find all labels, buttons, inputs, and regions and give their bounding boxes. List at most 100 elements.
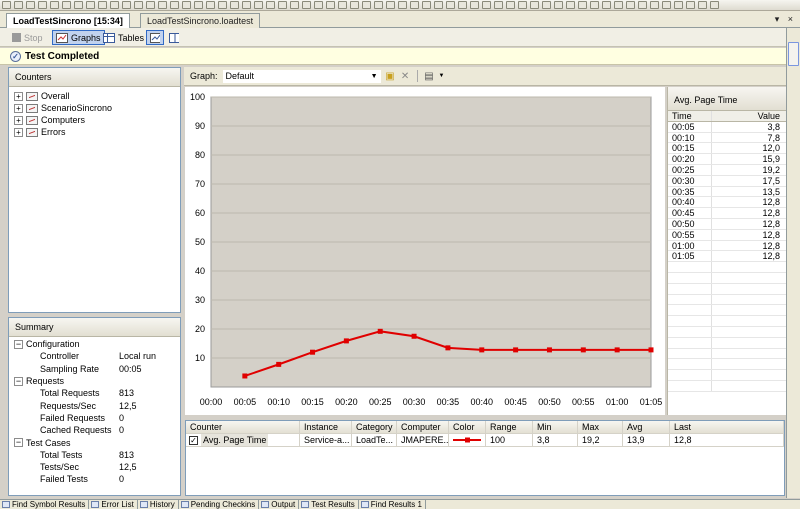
summary-section-test-cases[interactable]: − Test Cases <box>9 436 180 448</box>
tab-loadtest-file[interactable]: LoadTestSincrono.loadtest <box>140 13 261 28</box>
summary-section-requests[interactable]: − Requests <box>9 375 180 387</box>
toolbar-button-icon[interactable] <box>146 1 155 9</box>
legend-row[interactable]: ✓ Avg. Page Time Service-a... LoadTe... … <box>186 434 784 447</box>
toolbar-button-icon[interactable] <box>218 1 227 9</box>
window-controls[interactable]: ▾ × <box>775 14 796 25</box>
bottom-tab[interactable]: History <box>138 500 179 509</box>
toolbar-button-icon[interactable] <box>182 1 191 9</box>
toolbar-button-icon[interactable] <box>14 1 23 9</box>
bottom-tab[interactable]: Test Results <box>299 500 359 509</box>
toolbar-button-icon[interactable] <box>74 1 83 9</box>
bottom-tab[interactable]: Output <box>259 500 300 509</box>
toolbar-button-icon[interactable] <box>314 1 323 9</box>
graph-options-icon[interactable]: ▤ <box>424 71 435 82</box>
collapse-icon[interactable]: − <box>14 438 23 448</box>
data-point[interactable] <box>614 347 620 353</box>
data-point[interactable] <box>343 338 349 344</box>
toolbar-button-icon[interactable] <box>698 1 707 9</box>
summary-section-configuration[interactable]: − Configuration <box>9 338 180 350</box>
data-point[interactable] <box>513 347 519 353</box>
value-row[interactable]: 00:50 12,8 <box>668 218 786 230</box>
toolbar-button-icon[interactable] <box>578 1 587 9</box>
bottom-tab[interactable]: Pending Checkins <box>179 500 260 509</box>
toolbar-button-icon[interactable] <box>86 1 95 9</box>
data-point[interactable] <box>546 347 552 353</box>
value-row[interactable]: 00:35 13,5 <box>668 186 786 198</box>
toolbar-button-icon[interactable] <box>458 1 467 9</box>
toolbar-button-icon[interactable] <box>170 1 179 9</box>
toolbar-button-icon[interactable] <box>98 1 107 9</box>
toolbar-button-icon[interactable] <box>602 1 611 9</box>
toolbar-button-icon[interactable] <box>662 1 671 9</box>
tab-loadtest-run[interactable]: LoadTestSincrono [15:34] <box>6 13 130 28</box>
toolbar-button-icon[interactable] <box>326 1 335 9</box>
value-row[interactable]: 00:15 12,0 <box>668 143 786 155</box>
counter-node-computers[interactable]: + Computers <box>9 114 180 126</box>
toolbar-button-icon[interactable] <box>230 1 239 9</box>
toolbar-button-icon[interactable] <box>554 1 563 9</box>
toolbar-button-icon[interactable] <box>650 1 659 9</box>
toolbar-button-icon[interactable] <box>266 1 275 9</box>
delete-graph-icon[interactable]: ✕ <box>400 71 411 82</box>
toolbar-button-icon[interactable] <box>194 1 203 9</box>
toolbar-button-icon[interactable] <box>494 1 503 9</box>
graph-layout-button[interactable] <box>146 30 164 45</box>
expand-icon[interactable]: + <box>14 91 23 101</box>
value-row[interactable]: 00:05 3,8 <box>668 121 786 133</box>
legend-checkbox[interactable]: ✓ <box>189 435 198 445</box>
data-point[interactable] <box>648 347 654 353</box>
value-row[interactable]: 00:25 19,2 <box>668 164 786 176</box>
toolbar-button-icon[interactable] <box>566 1 575 9</box>
counter-node-errors[interactable]: + Errors <box>9 126 180 138</box>
toolbar-button-icon[interactable] <box>386 1 395 9</box>
toolbar-button-icon[interactable] <box>710 1 719 9</box>
toolbar-button-icon[interactable] <box>530 1 539 9</box>
toolbar-button-icon[interactable] <box>254 1 263 9</box>
toolbar-button-icon[interactable] <box>470 1 479 9</box>
data-point[interactable] <box>445 345 451 351</box>
toolbar-button-icon[interactable] <box>26 1 35 9</box>
value-row[interactable]: 01:05 12,8 <box>668 251 786 263</box>
toolbar-button-icon[interactable] <box>434 1 443 9</box>
toolbar-button-icon[interactable] <box>62 1 71 9</box>
toolbar-button-icon[interactable] <box>638 1 647 9</box>
collapse-icon[interactable]: − <box>14 339 23 349</box>
toolbar-button-icon[interactable] <box>398 1 407 9</box>
value-row[interactable]: 00:10 7,8 <box>668 132 786 144</box>
toolbar-button-icon[interactable] <box>518 1 527 9</box>
toolbar-button-icon[interactable] <box>122 1 131 9</box>
toolbar-button-icon[interactable] <box>350 1 359 9</box>
toolbar-button-icon[interactable] <box>158 1 167 9</box>
collapse-icon[interactable]: − <box>14 376 23 386</box>
toolbar-button-icon[interactable] <box>50 1 59 9</box>
toolbar-button-icon[interactable] <box>2 1 11 9</box>
value-row[interactable]: 00:20 15,9 <box>668 154 786 165</box>
bottom-tab[interactable]: Find Results 1 <box>359 500 426 509</box>
toolbar-button-icon[interactable] <box>338 1 347 9</box>
toolbar-button-icon[interactable] <box>422 1 431 9</box>
value-row[interactable]: 00:30 17,5 <box>668 175 786 187</box>
data-point[interactable] <box>310 349 316 355</box>
expand-icon[interactable]: + <box>14 103 23 113</box>
split-layout-button[interactable] <box>165 30 183 45</box>
toolbar-button-icon[interactable] <box>38 1 47 9</box>
data-point[interactable] <box>479 347 485 353</box>
graphs-button[interactable]: Graphs <box>52 30 105 45</box>
data-point[interactable] <box>276 361 282 367</box>
toolbar-button-icon[interactable] <box>134 1 143 9</box>
counter-node-scenario[interactable]: + ScenarioSincrono <box>9 102 180 114</box>
toolbar-button-icon[interactable] <box>410 1 419 9</box>
toolbar-button-icon[interactable] <box>374 1 383 9</box>
chevron-down-icon[interactable]: ▼ <box>439 73 445 79</box>
toolbar-button-icon[interactable] <box>278 1 287 9</box>
toolbar-button-icon[interactable] <box>290 1 299 9</box>
toolbar-button-icon[interactable] <box>614 1 623 9</box>
value-row[interactable]: 01:00 12,8 <box>668 240 786 252</box>
expand-icon[interactable]: + <box>14 127 23 137</box>
toolbar-button-icon[interactable] <box>446 1 455 9</box>
graph-select[interactable]: Default ▼ <box>222 69 381 83</box>
new-graph-icon[interactable]: ▣ <box>385 71 396 82</box>
bottom-tab[interactable]: Error List <box>89 500 138 509</box>
data-point[interactable] <box>411 333 417 339</box>
tables-button[interactable]: Tables <box>99 30 148 45</box>
